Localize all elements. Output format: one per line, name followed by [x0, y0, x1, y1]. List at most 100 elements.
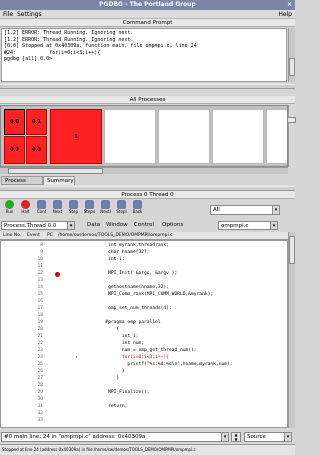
zoom-handle[interactable]	[287, 117, 296, 123]
next-button[interactable]: Next	[50, 199, 65, 218]
command-prompt-header: Command Prompt	[0, 19, 295, 27]
source-text: MPI_Comm_rank(MPI_COMM_WORLD,&myrank);	[97, 292, 214, 297]
scroll-thumb[interactable]	[289, 58, 295, 76]
source-line[interactable]: 15 MPI_Comm_rank(MPI_COMM_WORLD,&myrank)…	[1, 292, 287, 298]
cont-button[interactable]: Cont	[34, 199, 49, 218]
source-line[interactable]: 25 printf("%s:%d:%d\n",hname,myrank,num)…	[1, 362, 287, 368]
run-button[interactable]: Run	[2, 199, 17, 218]
halt-button[interactable]: Halt	[18, 199, 33, 218]
source-line[interactable]: 32	[1, 411, 287, 417]
col-event[interactable]: Event	[27, 233, 40, 238]
menu-options[interactable]: Options	[162, 222, 183, 228]
source-line[interactable]: 31 return;	[1, 404, 287, 410]
source-line[interactable]: 12 MPI_Init( &argc, &argv );	[1, 271, 287, 277]
process-slot-empty	[104, 109, 156, 164]
zoom-slider[interactable]	[287, 105, 296, 167]
col-line-no[interactable]: Line No.	[3, 233, 21, 238]
process-cell-0-1[interactable]: 0.1	[26, 109, 47, 135]
source-text: MPI_Init( &argc, &argv );	[97, 271, 178, 276]
source-line[interactable]: 24 › for(i=0;i<3;i++){	[1, 355, 287, 361]
step-button[interactable]: Step	[66, 199, 81, 218]
process-slot-empty	[212, 109, 264, 164]
source-line[interactable]: 30	[1, 397, 287, 403]
source-line[interactable]: 27 }	[1, 376, 287, 382]
source-line[interactable]: 8 int myrank,threadrank;	[1, 243, 287, 249]
source-text: int num;	[97, 341, 145, 346]
stepi-button[interactable]: StepI	[114, 199, 129, 218]
line-number: 9	[40, 250, 43, 255]
source-line[interactable]: 23 num = omp_get_thread_num();	[1, 348, 287, 354]
menu-file[interactable]: File	[3, 11, 13, 18]
chevron-down-icon[interactable]: ▾	[272, 206, 279, 214]
source-line[interactable]: 28	[1, 383, 287, 389]
process-cell-1[interactable]: 1	[50, 109, 102, 164]
process-cell-0-0[interactable]: 0.0	[4, 109, 25, 135]
source-line[interactable]: 20 {	[1, 327, 287, 333]
source-line[interactable]: 29 MPI_Finalize();	[1, 390, 287, 396]
view-mode-select[interactable]: Source ▾	[244, 432, 292, 442]
source-line[interactable]: 26 }	[1, 369, 287, 375]
chevron-down-icon[interactable]: ▾	[270, 222, 277, 229]
title-bar: PGDBG - The Portland Group ×	[0, 0, 295, 10]
source-text: char hname[32];	[97, 250, 150, 255]
source-line[interactable]: 11	[1, 264, 287, 270]
all-processes-header: All Processes	[0, 96, 295, 104]
file-select[interactable]: ompmpi.c ▾	[218, 221, 278, 230]
scroll-thumb[interactable]	[8, 168, 103, 174]
menu-window[interactable]: Window	[106, 222, 128, 228]
source-view[interactable]: 8 int myrank,threadrank; 9 char hname[32]…	[0, 240, 288, 428]
tab-summary[interactable]: Summary	[43, 176, 75, 185]
stepo-button[interactable]: Stepo	[82, 199, 97, 218]
source-line[interactable]: 19 #pragma omp parallel	[1, 320, 287, 326]
source-column-header: Line No. Event PC /home/sw/demos/TOOLS_D…	[0, 232, 288, 240]
chevron-down-icon[interactable]: ▾	[67, 222, 74, 229]
line-number: 21	[37, 334, 43, 339]
source-line[interactable]: 21 int i;	[1, 334, 287, 340]
stack-frame-select[interactable]: #0 main line: 24 in "ompmpi.c" address: …	[1, 432, 229, 442]
line-number: 31	[37, 404, 43, 409]
close-icon[interactable]: ×	[287, 1, 292, 8]
back-button[interactable]: Back	[130, 199, 145, 218]
command-output[interactable]: [1.2] ERROR: Thread Running. Ignoring ne…	[1, 28, 287, 82]
process-hscrollbar[interactable]	[0, 167, 288, 174]
process-thread-select[interactable]: Process.Thread 0.0 ▾	[1, 221, 75, 230]
source-line[interactable]: 16	[1, 299, 287, 305]
source-line[interactable]: 14 gethostname(hname,32);	[1, 285, 287, 291]
command-vscrollbar[interactable]	[288, 28, 295, 82]
chevron-down-icon[interactable]: ▾	[284, 433, 291, 441]
nexti-button[interactable]: NextI	[98, 199, 113, 218]
process-cell-0-3[interactable]: 0.3	[26, 136, 47, 164]
menu-settings[interactable]: Settings	[17, 11, 42, 18]
run-icon	[5, 200, 14, 209]
line-number: 28	[37, 383, 43, 388]
source-text: omp_set_num_threads(4);	[97, 306, 172, 311]
source-line[interactable]: 13	[1, 278, 287, 284]
source-line[interactable]: 22 int num;	[1, 341, 287, 347]
command-prompt-line[interactable]: pgdbg [all] 0.0>	[4, 56, 284, 63]
source-line[interactable]: 10 int i;	[1, 257, 287, 263]
cont-icon	[37, 200, 46, 209]
source-text: int i;	[97, 334, 139, 339]
source-line[interactable]: 17 omp_set_num_threads(4);	[1, 306, 287, 312]
col-pc[interactable]: PC	[47, 233, 53, 238]
chevron-down-icon[interactable]: ▾	[221, 433, 228, 441]
stepo-icon	[85, 200, 94, 209]
scope-select[interactable]: All ▾	[210, 205, 280, 215]
menu-control[interactable]: Control	[134, 222, 154, 228]
line-number: 30	[37, 397, 43, 402]
source-text: int myrank,threadrank;	[97, 243, 169, 248]
scroll-thumb[interactable]	[289, 236, 295, 264]
breakpoint-icon[interactable]	[55, 272, 60, 277]
menu-data[interactable]: Data	[87, 222, 100, 228]
line-number: 19	[37, 320, 43, 325]
source-vscrollbar[interactable]	[288, 232, 295, 428]
frame-stepper[interactable]: ▲ ▼	[231, 432, 241, 442]
process-cell-0-2[interactable]: 0.2	[4, 136, 25, 164]
menu-help[interactable]: Help	[278, 11, 292, 18]
source-line[interactable]: 18	[1, 313, 287, 319]
source-line[interactable]: 33	[1, 418, 287, 424]
pane-splitter[interactable]	[0, 84, 295, 89]
line-number: 18	[37, 313, 43, 318]
source-line[interactable]: 9 char hname[32];	[1, 250, 287, 256]
tab-process-grid[interactable]: Process Grid	[1, 176, 43, 193]
